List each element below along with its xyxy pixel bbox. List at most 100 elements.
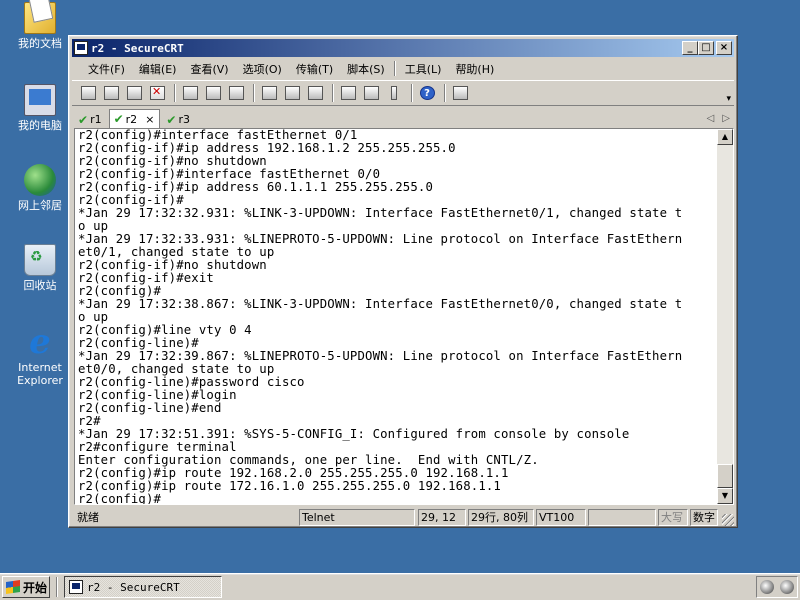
start-button[interactable]: 开始 [2, 576, 50, 598]
menu-tools[interactable]: 工具(L) [398, 61, 449, 77]
desktop-icon-label: 回收站 [23, 279, 57, 292]
menu-help[interactable]: 帮助(H) [448, 61, 501, 77]
desktop-icon-label: 网上邻居 [18, 199, 62, 212]
connect-in-tab-icon[interactable] [124, 83, 144, 103]
desktop-icon-label: 我的电脑 [18, 119, 62, 132]
my-documents-icon [24, 2, 56, 34]
network-places-icon [24, 164, 56, 196]
toolbar-separator [444, 84, 446, 102]
tab-label: r3 [178, 113, 190, 126]
tab-r1[interactable]: ✔ r1 [74, 111, 107, 128]
window-controls: _ □ × [682, 41, 732, 55]
desktop-icon-network-places[interactable]: 网上邻居 [10, 164, 70, 212]
keymap-icon[interactable] [384, 83, 404, 103]
connected-check-icon: ✔ [113, 112, 124, 126]
scroll-up-icon[interactable]: ▲ [717, 129, 733, 145]
status-caps-lock: 大写 [658, 509, 688, 526]
taskbar-button-securecrt[interactable]: r2 - SecureCRT [64, 576, 222, 598]
toolbar-separator [253, 84, 255, 102]
copy-icon[interactable] [180, 83, 200, 103]
close-button[interactable]: × [716, 41, 732, 55]
connect-icon[interactable] [78, 83, 98, 103]
menu-transfer[interactable]: 传输(T) [289, 61, 340, 77]
desktop-icon-my-documents[interactable]: 我的文档 [10, 2, 70, 50]
tab-close-icon[interactable]: × [145, 113, 154, 126]
scroll-down-icon[interactable]: ▼ [717, 488, 733, 504]
status-empty [588, 509, 656, 526]
terminal-area[interactable]: r2(config)#interface fastEthernet 0/1 r2(… [74, 128, 734, 505]
toolbar: ? ▾ [72, 80, 734, 106]
toolbar-overflow-chevron-icon[interactable]: ▾ [726, 94, 731, 104]
connected-check-icon: ✔ [78, 112, 89, 127]
quick-connect-icon[interactable] [101, 83, 121, 103]
system-tray [756, 576, 798, 598]
desktop-icon-internet-explorer[interactable]: e Internet Explorer [10, 322, 70, 387]
toolbar-separator [174, 84, 176, 102]
title-bar[interactable]: r2 - SecureCRT _ □ × [72, 39, 734, 57]
connected-check-icon: ✔ [166, 112, 177, 127]
tray-volume-icon[interactable] [780, 580, 794, 594]
recycle-bin-icon [24, 244, 56, 276]
vertical-scrollbar[interactable]: ▲ ▼ [717, 129, 733, 504]
tab-r3[interactable]: ✔ r3 [162, 111, 195, 128]
terminal-line: r2(config-line)#end [78, 401, 222, 415]
menu-options[interactable]: 选项(O) [236, 61, 289, 77]
windows-logo-icon [6, 580, 20, 594]
status-cursor-position: 29, 12 [418, 509, 466, 526]
tab-next-icon[interactable]: ▷ [722, 113, 730, 124]
session-options-icon[interactable] [338, 83, 358, 103]
status-num-lock: 数字 [690, 509, 718, 526]
status-ready: 就绪 [77, 511, 99, 524]
menu-file[interactable]: 文件(F) [72, 61, 132, 77]
minimize-button[interactable]: _ [682, 41, 698, 55]
resize-grip-icon[interactable] [722, 514, 734, 526]
desktop-icon-recycle-bin[interactable]: 回收站 [10, 244, 70, 292]
securecrt-window: r2 - SecureCRT _ □ × 文件(F) 编辑(E) 查看(V) 选… [68, 35, 738, 528]
window-title: r2 - SecureCRT [91, 41, 184, 55]
tab-label: r1 [90, 113, 102, 126]
internet-explorer-icon: e [29, 322, 51, 362]
status-emulation: VT100 [536, 509, 586, 526]
terminal-line: *Jan 29 17:32:38.867: %LINK-3-UPDOWN: In… [78, 297, 683, 311]
print-selection-icon[interactable] [282, 83, 302, 103]
find-icon[interactable] [226, 83, 246, 103]
my-computer-icon [24, 84, 56, 116]
taskbar-separator [56, 577, 58, 597]
menu-script[interactable]: 脚本(S) [340, 61, 392, 77]
tab-label: r2 [125, 112, 138, 126]
tab-r2[interactable]: ✔ r2 × [108, 109, 161, 128]
menu-view[interactable]: 查看(V) [183, 61, 235, 77]
paste-icon[interactable] [203, 83, 223, 103]
desktop-icon-label: Internet Explorer [17, 361, 63, 387]
desktop-icon-label: 我的文档 [18, 37, 62, 50]
tray-network-icon[interactable] [760, 580, 774, 594]
status-protocol: Telnet [299, 509, 415, 526]
global-options-icon[interactable] [361, 83, 381, 103]
menu-edit[interactable]: 编辑(E) [132, 61, 184, 77]
taskbar: 开始 r2 - SecureCRT [0, 573, 800, 600]
maximize-button[interactable]: □ [698, 41, 714, 55]
help-icon[interactable]: ? [417, 83, 437, 103]
desktop-icon-my-computer[interactable]: 我的电脑 [10, 84, 70, 132]
start-label: 开始 [23, 580, 48, 595]
print-setup-icon[interactable] [259, 83, 279, 103]
toolbar-separator [332, 84, 334, 102]
menu-separator [393, 61, 396, 76]
toolbar-separator [411, 84, 413, 102]
disconnect-icon[interactable] [147, 83, 167, 103]
terminal-line: r2(config)#ip route 172.16.1.0 255.255.2… [78, 479, 501, 493]
terminal-output[interactable]: r2(config)#interface fastEthernet 0/1 r2(… [78, 129, 716, 504]
securecrt-app-icon [69, 580, 83, 594]
terminal-line: r2(config)# [78, 492, 162, 505]
tab-navigation: ◁ ▷ [707, 113, 730, 124]
tab-prev-icon[interactable]: ◁ [707, 113, 715, 124]
terminal-line: *Jan 29 17:32:32.931: %LINK-3-UPDOWN: In… [78, 206, 683, 220]
menu-bar: 文件(F) 编辑(E) 查看(V) 选项(O) 传输(T) 脚本(S) 工具(L… [72, 59, 734, 78]
securecrt-app-icon[interactable] [74, 41, 88, 55]
session-tab-bar: ✔ r1 ✔ r2 × ✔ r3 ◁ ▷ [72, 108, 734, 128]
status-terminal-size: 29行, 80列 [468, 509, 534, 526]
scrollbar-thumb[interactable] [717, 464, 733, 488]
taskbar-button-label: r2 - SecureCRT [87, 580, 180, 594]
print-icon[interactable] [305, 83, 325, 103]
sftp-icon[interactable] [450, 83, 470, 103]
